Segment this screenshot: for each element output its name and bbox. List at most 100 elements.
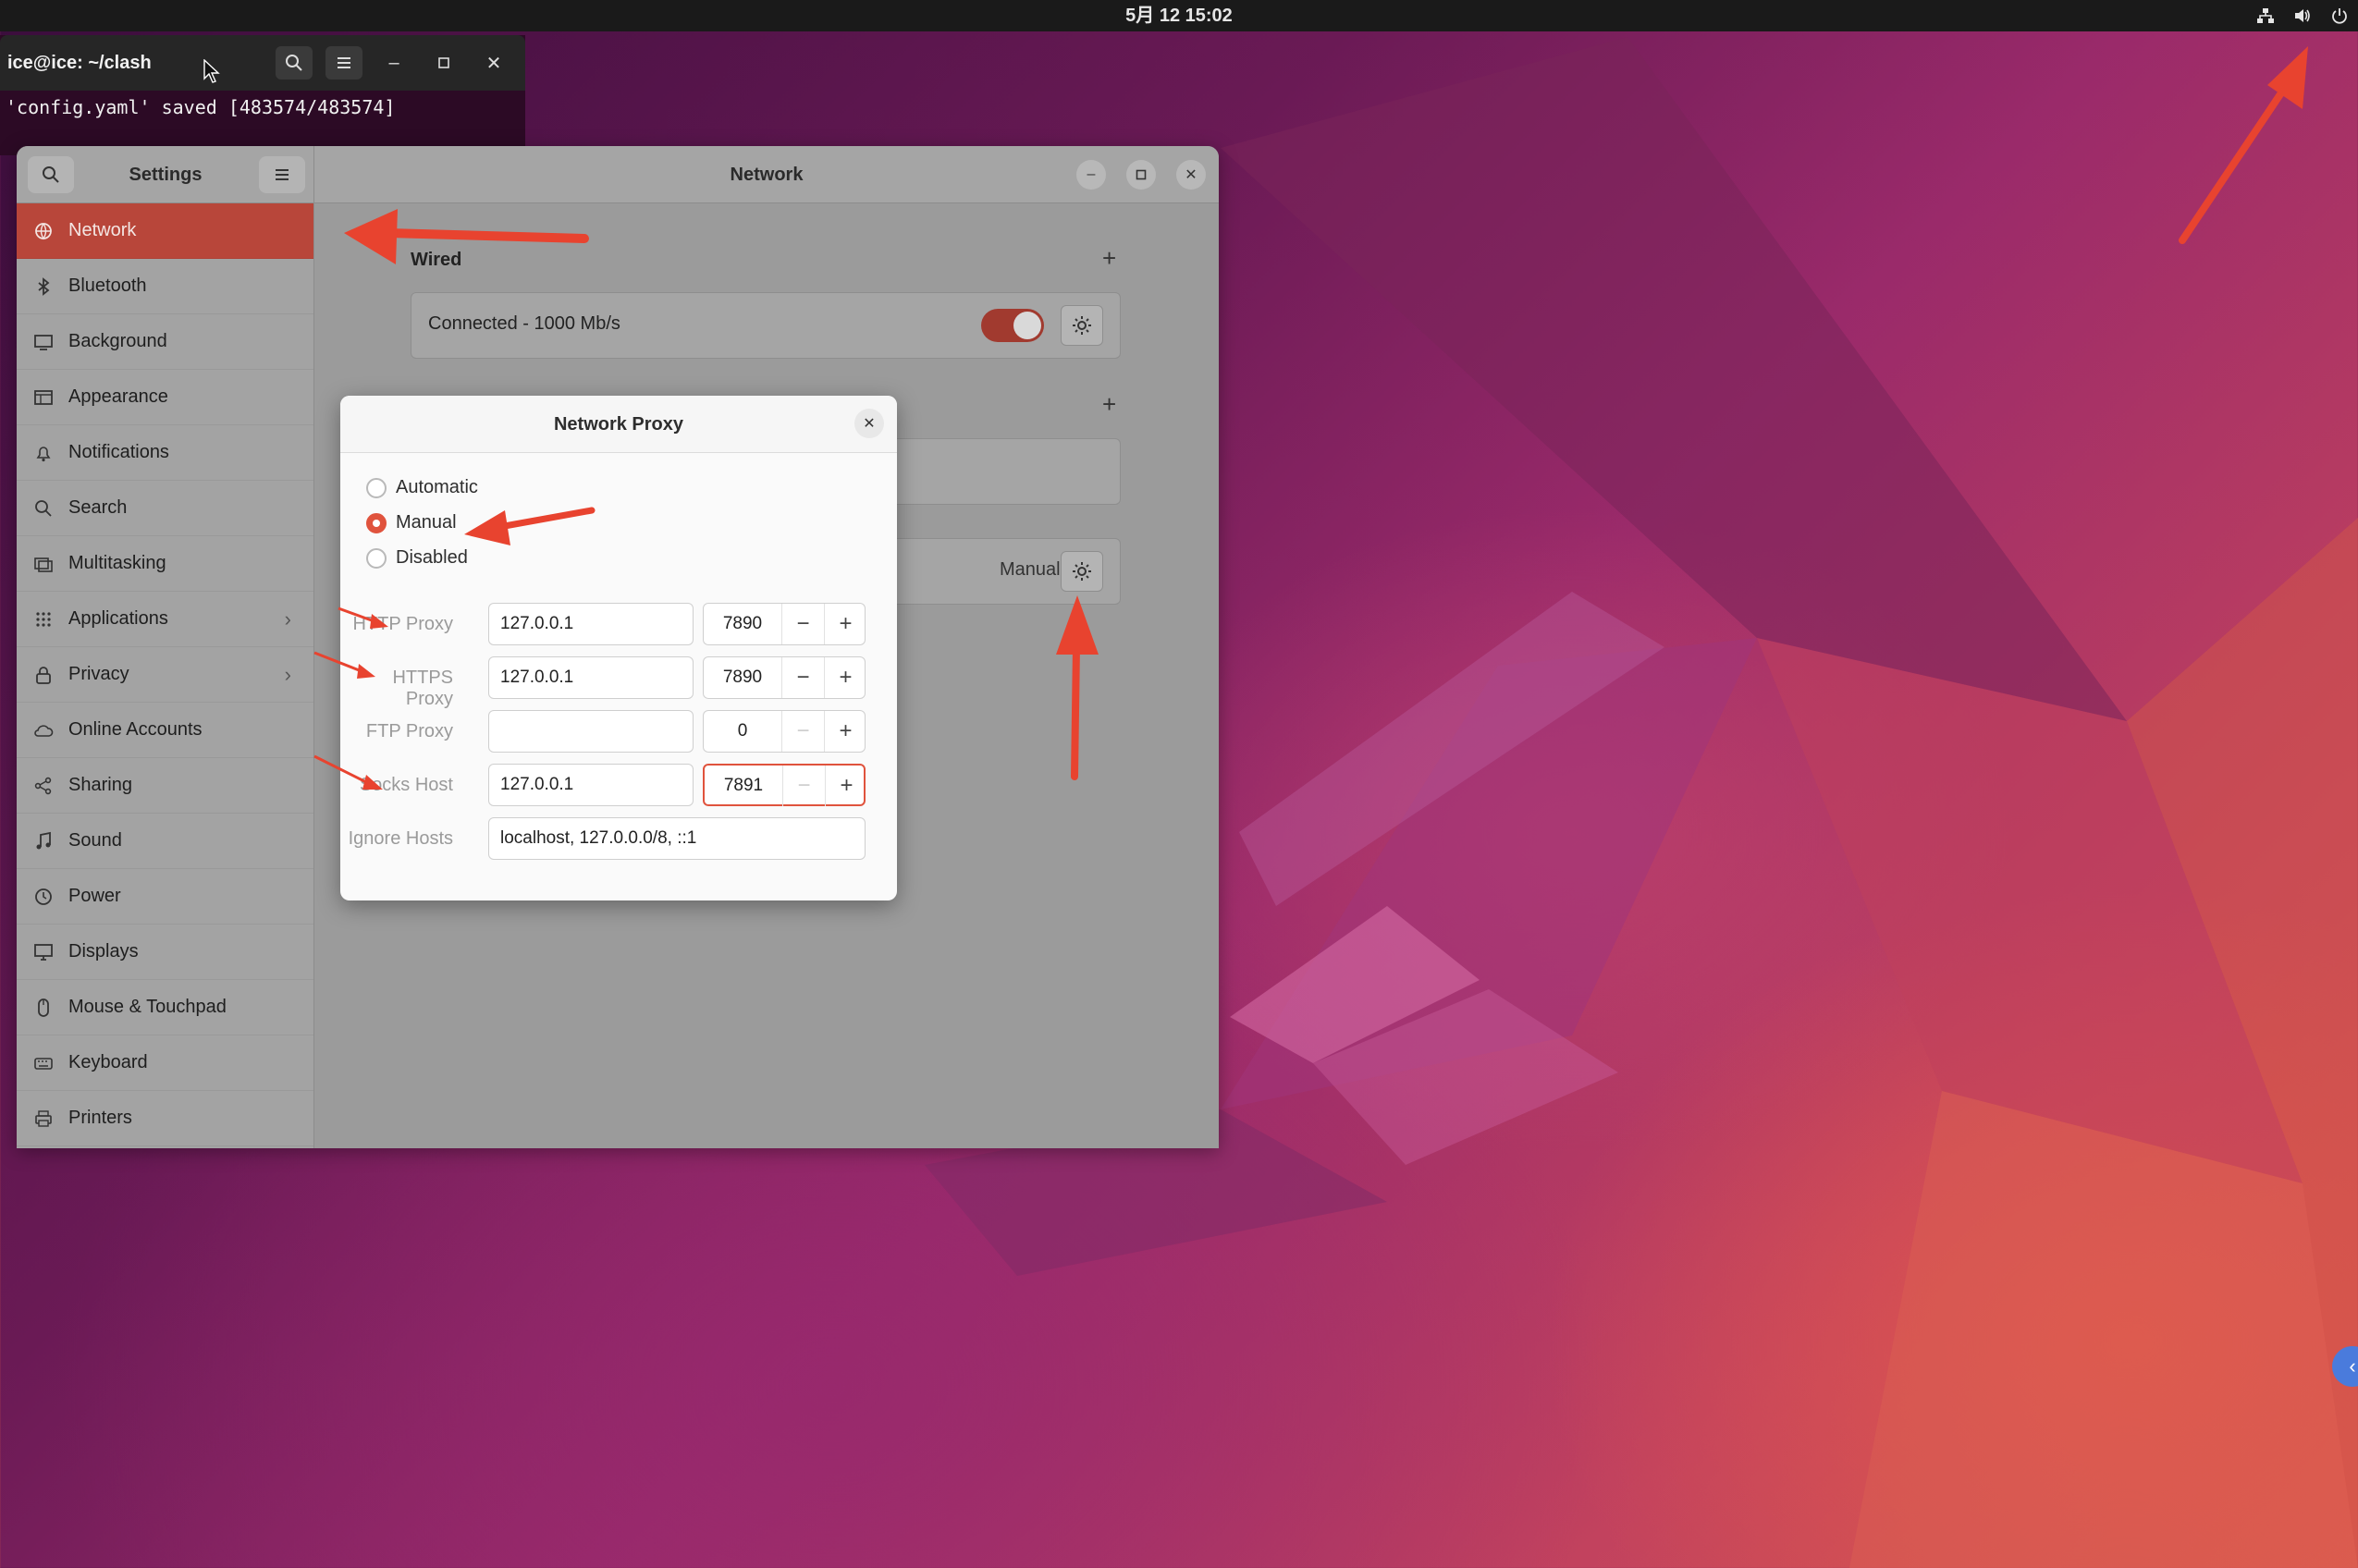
sidebar-item-printers[interactable]: Printers: [17, 1091, 313, 1146]
sidebar-item-online-accounts[interactable]: Online Accounts: [17, 703, 313, 758]
sidebar-item-network[interactable]: Network: [17, 203, 313, 259]
minimize-button[interactable]: –: [1076, 160, 1106, 190]
https-proxy-host-input[interactable]: 127.0.0.1: [488, 656, 694, 699]
sidebar-item-label: Displays: [68, 941, 139, 962]
ftp-proxy-port-spinner[interactable]: 0 − +: [703, 710, 866, 753]
add-wired-button[interactable]: +: [1102, 244, 1116, 273]
https-port-increment-button[interactable]: +: [824, 657, 866, 698]
sidebar-item-keyboard[interactable]: Keyboard: [17, 1035, 313, 1091]
ftp-port-increment-button[interactable]: +: [824, 711, 866, 752]
printer-icon: [33, 1109, 54, 1129]
sidebar-item-appearance[interactable]: Appearance: [17, 370, 313, 425]
http-proxy-port-value[interactable]: 7890: [704, 604, 781, 644]
terminal-search-button[interactable]: [276, 46, 313, 80]
wired-settings-button[interactable]: [1061, 305, 1103, 346]
sidebar-item-multitasking[interactable]: Multitasking: [17, 536, 313, 592]
ftp-port-decrement-button[interactable]: −: [781, 711, 824, 752]
sidebar-item-bluetooth[interactable]: Bluetooth: [17, 259, 313, 314]
terminal-window[interactable]: ice@ice: ~/clash – ✕ 'config.yaml' saved…: [0, 35, 525, 155]
sidebar-item-sharing[interactable]: Sharing: [17, 758, 313, 814]
radio-automatic-indicator[interactable]: [366, 477, 387, 498]
https-port-decrement-button[interactable]: −: [781, 657, 824, 698]
multitasking-icon: [33, 554, 54, 574]
socks-port-value[interactable]: 7891: [705, 766, 782, 806]
chevron-right-icon: ›: [284, 662, 291, 686]
sidebar-item-label: Printers: [68, 1108, 132, 1128]
power-icon: [33, 887, 54, 907]
proxy-settings-button[interactable]: [1061, 551, 1103, 592]
settings-menu-button[interactable]: [259, 156, 305, 193]
music-icon: [33, 831, 54, 851]
socks-port-spinner[interactable]: 7891 − +: [703, 764, 866, 806]
terminal-minimize-button[interactable]: –: [375, 46, 412, 80]
https-proxy-port-spinner[interactable]: 7890 − +: [703, 656, 866, 699]
chevron-left-icon: ‹: [2349, 1354, 2356, 1378]
close-button[interactable]: ✕: [1176, 160, 1206, 190]
display-icon: [33, 942, 54, 962]
sidebar-item-notifications[interactable]: Notifications: [17, 425, 313, 481]
top-bar: 5月 12 15:02: [0, 0, 2358, 31]
socks-port-increment-button[interactable]: +: [825, 766, 867, 806]
system-tray[interactable]: [2256, 0, 2349, 31]
background-icon: [33, 332, 54, 352]
terminal-maximize-button[interactable]: [425, 46, 462, 80]
settings-headerbar[interactable]: Settings Network – ✕: [17, 146, 1219, 203]
socks-host-input[interactable]: 127.0.0.1: [488, 764, 694, 806]
radio-manual-indicator[interactable]: [366, 512, 387, 533]
maximize-icon: [1136, 169, 1147, 180]
wired-toggle[interactable]: [981, 309, 1044, 342]
sidebar-item-mouse-touchpad[interactable]: Mouse & Touchpad: [17, 980, 313, 1035]
terminal-titlebar[interactable]: ice@ice: ~/clash – ✕: [0, 35, 525, 91]
bluetooth-icon: [33, 276, 54, 297]
radio-disabled[interactable]: Disabled: [366, 547, 468, 569]
terminal-menu-button[interactable]: [325, 46, 362, 80]
ignore-hosts-input[interactable]: localhost, 127.0.0.0/8, ::1: [488, 817, 866, 860]
volume-icon[interactable]: [2293, 6, 2312, 25]
network-proxy-dialog[interactable]: Network Proxy ✕ Automatic Manual Disable…: [340, 396, 897, 900]
mouse-icon: [33, 998, 54, 1018]
https-proxy-port-value[interactable]: 7890: [704, 657, 781, 698]
sidebar-item-privacy[interactable]: Privacy ›: [17, 647, 313, 703]
socks-port-decrement-button[interactable]: −: [782, 766, 825, 806]
network-icon[interactable]: [2256, 6, 2275, 25]
wired-connection-card: Connected - 1000 Mb/s: [411, 292, 1121, 359]
http-port-decrement-button[interactable]: −: [781, 604, 824, 644]
annotation-arrowhead-tray: [2267, 46, 2308, 109]
maximize-button[interactable]: [1126, 160, 1156, 190]
clock[interactable]: 5月 12 15:02: [0, 0, 2358, 31]
radio-manual[interactable]: Manual: [366, 512, 457, 533]
ftp-proxy-label: FTP Proxy: [365, 721, 453, 741]
lock-icon: [33, 665, 54, 685]
side-collapse-button[interactable]: ‹: [2332, 1346, 2358, 1387]
network-icon: [33, 221, 54, 241]
ftp-proxy-port-value[interactable]: 0: [704, 711, 781, 752]
add-vpn-button[interactable]: +: [1102, 390, 1116, 419]
sidebar-item-applications[interactable]: Applications ›: [17, 592, 313, 647]
sidebar-item-label: Privacy: [68, 664, 129, 684]
terminal-close-button[interactable]: ✕: [475, 46, 512, 80]
http-proxy-label: HTTP Proxy: [352, 614, 453, 634]
http-proxy-host-input[interactable]: 127.0.0.1: [488, 603, 694, 645]
sidebar-item-label: Network: [68, 220, 137, 240]
sidebar-item-displays[interactable]: Displays: [17, 925, 313, 980]
radio-automatic[interactable]: Automatic: [366, 477, 478, 498]
power-icon[interactable]: [2330, 6, 2349, 25]
sidebar-item-power[interactable]: Power: [17, 869, 313, 925]
http-proxy-port-spinner[interactable]: 7890 − +: [703, 603, 866, 645]
http-port-increment-button[interactable]: +: [824, 604, 866, 644]
ftp-proxy-host-input[interactable]: [488, 710, 694, 753]
radio-disabled-label: Disabled: [396, 547, 468, 568]
wired-status: Connected - 1000 Mb/s: [428, 313, 620, 334]
dialog-close-button[interactable]: ✕: [854, 409, 884, 438]
keyboard-icon: [33, 1053, 54, 1073]
radio-disabled-indicator[interactable]: [366, 547, 387, 569]
wired-section-title: Wired: [411, 250, 462, 270]
sidebar-item-search[interactable]: Search: [17, 481, 313, 536]
sidebar-item-background[interactable]: Background: [17, 314, 313, 370]
sidebar-header: Settings: [17, 146, 314, 203]
settings-sidebar: Network Bluetooth Background Appearance Noti…: [17, 203, 314, 1148]
sidebar-item-sound[interactable]: Sound: [17, 814, 313, 869]
dialog-title: Network Proxy: [553, 414, 684, 435]
hamburger-icon: [276, 169, 289, 180]
ignore-hosts-label: Ignore Hosts: [348, 828, 453, 849]
